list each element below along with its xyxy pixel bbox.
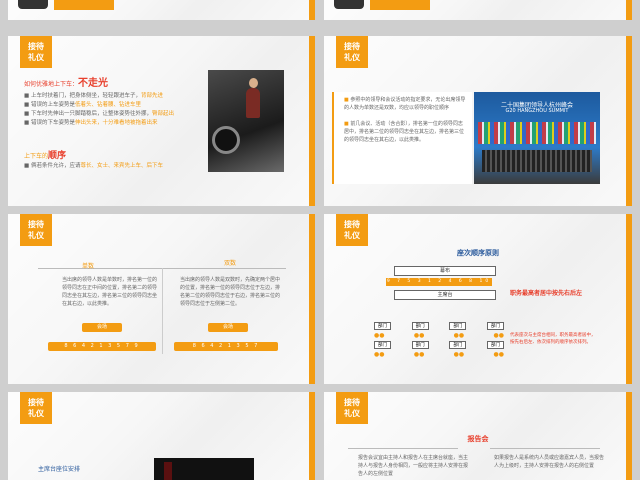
slide-stage-seating[interactable]: 接待 礼仪 主席台座位安排 (8, 392, 315, 480)
bullet-item: ■ 前几会议、活动（含合影），排名第一位的领导同志居中，排名第二位的领导同志坐在… (344, 121, 465, 143)
dept-label: 部门 (449, 322, 467, 330)
slide-title: 报告会 (467, 435, 489, 443)
divider-line (490, 448, 600, 449)
principle-heading: 职务最高者居中按先右后左 (510, 290, 583, 297)
bullet-item: ■ 上车时扶着门，把身体侧坐，轻轻跟进车子，背部先进 (24, 93, 163, 99)
slide-tag: 接待 礼仪 (20, 36, 52, 68)
bullet-item: ■ 下车时先伸出一只脚踏稳后，让整体姿势往外挪，臀部起出 (24, 111, 174, 117)
title-strip (370, 0, 430, 10)
order-bullet: ■ 俩若条件允许，应请尊长、女士、来宾先上车、后下车 (24, 163, 163, 169)
slide-odd-even-seating[interactable]: 接待 礼仪 单数 当出席的领导人数是单数时，排名第一位的领导同志在正中间的位置，排… (8, 214, 315, 384)
curtain-box: 幕布 (394, 266, 496, 276)
department-grid: 部门 部门 部门 部门 ●● ●● ●● ●● 部门 部门 部门 部门 ●● ●● ●● ●… (374, 322, 504, 358)
car-thumbnail (18, 0, 48, 9)
slide-title: 座次顺序原则 (457, 249, 499, 257)
bullet-list: ■ 上车时扶着门，把身体侧坐，轻轻跟进车子，背部先进 ■ 错误的上车姿势是低着头… (24, 92, 204, 128)
main-stage-box: 主席台 (394, 290, 496, 300)
dept-label: 部门 (449, 341, 467, 349)
even-venue-pill: 会场 (208, 323, 248, 332)
even-text: 当出席的领导人数是双数时，先确定两个居中的位置，排名第一位的领导同志位于左边，排… (180, 277, 281, 307)
slide-tag: 接待 礼仪 (336, 214, 368, 246)
text-card: ■ 参照中的领导和会议活动的指定要求，无论出席领导的人数为单数还是双数，均应以领… (332, 92, 472, 184)
title-strip (54, 0, 114, 10)
slide-tag: 接待 礼仪 (20, 392, 52, 424)
divider-line (348, 448, 458, 449)
left-text: 报告会议宜由主持人和报告人在主席台就座，当主持人与报告人身份相同，一般应将主持人… (358, 455, 469, 477)
odd-venue-pill: 会场 (82, 323, 122, 332)
even-sequence: 8 6 4 2 1 3 5 7 (174, 342, 278, 351)
heading-order: 上下车的顺序 (24, 151, 67, 161)
seat-dots: ●● ●● ●● ●● (374, 351, 504, 358)
dept-label: 部门 (411, 322, 429, 330)
bullet-item: ■ 错误的下车姿势是伸出头来，十分难看地被拖着出来 (24, 120, 158, 126)
slide-car-etiquette[interactable]: 接待 礼仪 如何优雅地上下车：不走光 ■ 上车时扶着门，把身体侧坐，轻轻跟进车子，… (8, 36, 315, 206)
dept-label: 部门 (486, 341, 504, 349)
seat-dots: ●● ●● ●● ●● (374, 332, 504, 339)
divider-vertical (162, 268, 163, 354)
bullet-item: ■ 参照中的领导和会议活动的指定要求，无论出席领导的人数为单数还是双数，均应以领… (344, 97, 466, 111)
seat-number-row: 9 7 5 3 1 2 4 6 8 10 (386, 278, 492, 286)
slide-top-right-partial (324, 0, 632, 20)
dept-label: 部门 (374, 322, 391, 330)
stage-label: 主席台座位安排 (38, 466, 81, 473)
odd-text: 当出席的领导人数是单数时，排名第一位的领导同志在正中间的位置，排名第二的领导同志… (62, 277, 158, 307)
slide-top-left-partial (8, 0, 315, 20)
stage-photo (154, 458, 254, 480)
g20-photo: 二十国集团领导人杭州峰会 G20 HANGZHOU SUMMIT (474, 92, 600, 184)
slide-seating-principle[interactable]: 接待 礼仪 座次顺序原则 幕布 9 7 5 3 1 2 4 6 8 10 主席台 … (324, 214, 632, 384)
heading-no-exposure: 如何优雅地上下车：不走光 (24, 78, 109, 89)
even-title: 双数 (224, 260, 237, 267)
odd-sequence: 8 6 4 2 1 3 5 7 9 (48, 342, 156, 351)
car-exit-photo (208, 70, 284, 172)
bullet-item: ■ 错误的上车姿势是低着头、钻着腰、钻进车里 (24, 102, 141, 108)
slide-g20-seating[interactable]: 接待 礼仪 ■ 参照中的领导和会议活动的指定要求，无论出席领导的人数为单数还是双数… (324, 36, 632, 206)
dept-label: 部门 (374, 341, 391, 349)
slide-report-meeting[interactable]: 接待 礼仪 报告会 报告会议宜由主持人和报告人在主席台就座，当主持人与报告人身份相… (324, 392, 632, 480)
slide-tag: 接待 礼仪 (20, 214, 52, 246)
slide-tag: 接待 礼仪 (336, 392, 368, 424)
slide-tag: 接待 礼仪 (336, 36, 368, 68)
dept-label: 部门 (486, 322, 504, 330)
dept-label: 部门 (411, 341, 429, 349)
right-text: 如果报告人是系统内人员或应邀嘉宾人员，当报告人为上级时，主持人安排在报告人的右侧… (494, 455, 605, 469)
car-thumbnail (334, 0, 364, 9)
principle-text: 代表座次与主席台相同，职务最高者居中，按先右后左、依次排列的顺序依次排列。 (510, 333, 596, 345)
odd-title: 单数 (82, 263, 95, 270)
